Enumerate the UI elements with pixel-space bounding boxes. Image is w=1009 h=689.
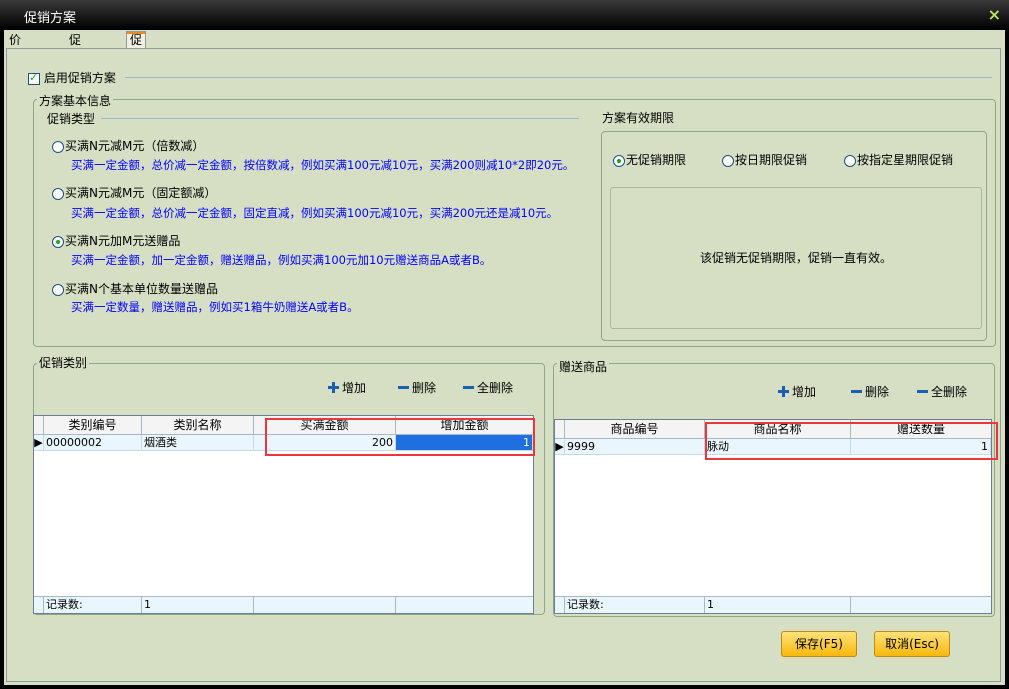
- category-delete-button[interactable]: 删除: [398, 379, 436, 396]
- footer-cell: [396, 597, 533, 613]
- category-delete-all-label: 全删除: [477, 381, 514, 395]
- validity-option-date[interactable]: 按日期限促销: [722, 151, 807, 168]
- minus-icon: [917, 390, 928, 393]
- save-button[interactable]: 保存(F5): [781, 631, 857, 657]
- gift-title: 赠送商品: [557, 358, 610, 375]
- cancel-button[interactable]: 取消(Esc): [874, 631, 950, 657]
- category-add-label: 增加: [342, 381, 367, 395]
- promo-option-2[interactable]: 买满N元减M元（固定额减）: [52, 184, 216, 201]
- enable-promotion-row[interactable]: 启用促销方案: [28, 69, 116, 86]
- tab-panel: 启用促销方案 方案基本信息 促销类型 买满N元减M元（倍数减） 买满一定金额，总…: [6, 48, 1001, 682]
- promo-option-1-radio[interactable]: [52, 140, 64, 153]
- footer-cell: [254, 597, 396, 613]
- validity-week-label: 按指定星期限促销: [857, 153, 954, 167]
- footer-count: 1: [142, 597, 254, 613]
- enable-promotion-label: 启用促销方案: [43, 71, 116, 85]
- promo-type-title: 促销类型: [47, 112, 96, 126]
- gift-grid-footer: 记录数: 1: [555, 596, 991, 613]
- minus-icon: [851, 390, 862, 393]
- footer-count: 1: [705, 597, 851, 613]
- footer-indicator: [555, 597, 565, 613]
- footer-label: 记录数:: [565, 597, 705, 613]
- category-title: 促销类别: [37, 354, 90, 371]
- promo-option-4-radio[interactable]: [52, 283, 64, 296]
- promotion-window: 促销方案 × 价格设置 促销查询 促销方案设置 启用促销方案 方案基本信息 促销…: [0, 0, 1009, 689]
- validity-option-week[interactable]: 按指定星期限促销: [844, 151, 953, 168]
- column-header[interactable]: 商品编号: [565, 420, 705, 438]
- promo-type-divider: [101, 118, 579, 119]
- footer-indicator: [34, 597, 44, 613]
- validity-message: 该促销无促销期限，促销一直有效。: [699, 251, 892, 265]
- promo-option-1[interactable]: 买满N元减M元（倍数减）: [52, 137, 204, 154]
- enable-promotion-checkbox[interactable]: [28, 71, 40, 85]
- minus-icon: [398, 386, 409, 389]
- promo-option-3[interactable]: 买满N元加M元送赠品: [52, 232, 180, 249]
- column-header[interactable]: 类别编号: [44, 416, 142, 434]
- validity-week-radio[interactable]: [844, 154, 856, 167]
- promo-option-1-label: 买满N元减M元（倍数减）: [65, 139, 205, 153]
- gift-add-label: 增加: [792, 385, 817, 399]
- promo-option-4-desc: 买满一定数量，赠送赠品，例如买1箱牛奶赠送A或者B。: [71, 300, 359, 314]
- row-indicator: ▶: [34, 435, 44, 451]
- indicator-header: [34, 416, 44, 434]
- gift-delete-all-button[interactable]: 全删除: [917, 383, 967, 400]
- plus-icon: [778, 386, 789, 397]
- column-header[interactable]: 类别名称: [142, 416, 254, 434]
- frame-bottom: [0, 685, 1009, 689]
- title-bar: 促销方案 ×: [0, 0, 1009, 30]
- category-grid-footer: 记录数: 1: [34, 596, 533, 613]
- validity-option-none[interactable]: 无促销期限: [613, 151, 686, 168]
- window-title: 促销方案: [24, 11, 77, 26]
- validity-none-radio[interactable]: [613, 154, 625, 167]
- footer-cell: [851, 597, 991, 613]
- highlight-box: [705, 422, 998, 460]
- row-indicator: ▶: [555, 439, 565, 455]
- highlight-box: [265, 418, 535, 456]
- category-name-cell[interactable]: 烟酒类: [142, 435, 254, 451]
- promo-option-2-radio[interactable]: [52, 187, 64, 200]
- category-delete-label: 删除: [412, 381, 437, 395]
- validity-title: 方案有效期限: [602, 111, 675, 125]
- product-code-cell[interactable]: 9999: [565, 439, 705, 455]
- promo-option-4-label: 买满N个基本单位数量送赠品: [65, 282, 218, 296]
- promo-option-3-desc: 买满一定金额，加一定金额，赠送赠品，例如买满100元加10元赠送商品A或者B。: [71, 253, 492, 267]
- tab-price-settings[interactable]: 价格设置: [6, 32, 24, 95]
- divider: [125, 77, 992, 78]
- promo-option-1-desc: 买满一定金额，总价减一定金额，按倍数减，例如买满100元减10元，买满200则减…: [71, 158, 575, 172]
- validity-date-label: 按日期限促销: [735, 153, 808, 167]
- promo-option-2-label: 买满N元减M元（固定额减）: [65, 186, 217, 200]
- indicator-header: [555, 420, 565, 438]
- category-add-button[interactable]: 增加: [328, 379, 366, 396]
- frame-left: [0, 30, 4, 689]
- promo-option-3-radio[interactable]: [52, 235, 64, 248]
- validity-detail-panel: 该促销无促销期限，促销一直有效。: [610, 187, 982, 329]
- tab-promotion-query[interactable]: 促销查询: [66, 32, 84, 95]
- close-icon[interactable]: ×: [988, 5, 1001, 24]
- gift-delete-label: 删除: [865, 385, 890, 399]
- validity-none-label: 无促销期限: [626, 153, 687, 167]
- basic-info-title: 方案基本信息: [37, 92, 114, 109]
- promo-option-3-label: 买满N元加M元送赠品: [65, 234, 181, 248]
- category-code-cell[interactable]: 00000002: [44, 435, 142, 451]
- promo-option-4[interactable]: 买满N个基本单位数量送赠品: [52, 280, 218, 297]
- category-delete-all-button[interactable]: 全删除: [463, 379, 513, 396]
- validity-date-radio[interactable]: [722, 154, 734, 167]
- gift-delete-button[interactable]: 删除: [851, 383, 889, 400]
- frame-right: [1005, 30, 1009, 689]
- gift-add-button[interactable]: 增加: [778, 383, 816, 400]
- plus-icon: [328, 382, 339, 393]
- footer-label: 记录数:: [44, 597, 142, 613]
- gift-delete-all-label: 全删除: [931, 385, 968, 399]
- promo-option-2-desc: 买满一定金额，总价减一定金额，固定直减，例如买满100元减10元，买满200元还…: [71, 206, 559, 220]
- minus-icon: [463, 386, 474, 389]
